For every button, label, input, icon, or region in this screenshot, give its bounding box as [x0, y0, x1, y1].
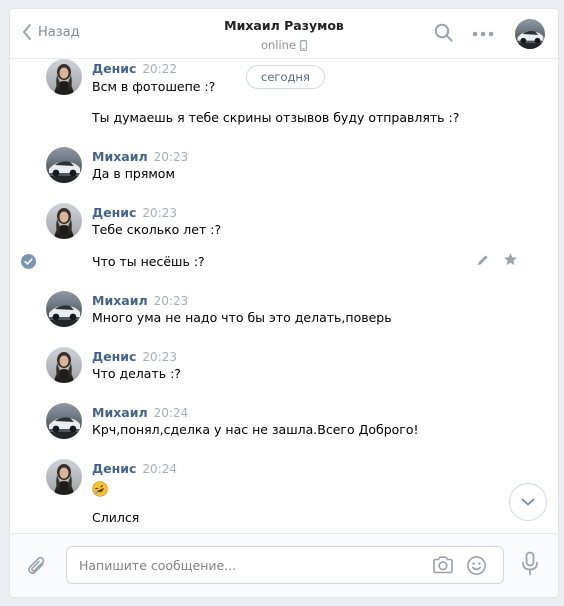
message-time: 20:23	[142, 206, 178, 220]
message-text: Крч,понял,сделка у нас не зашла.Всего До…	[92, 422, 419, 437]
composer	[10, 533, 558, 597]
message-author[interactable]: Михаил	[92, 293, 148, 308]
message-time: 20:24	[142, 462, 178, 476]
avatar[interactable]	[46, 347, 82, 383]
message-text: Да в прямом	[92, 166, 175, 181]
message-author[interactable]: Михаил	[92, 405, 148, 420]
message-time: 20:23	[142, 350, 178, 364]
avatar[interactable]	[46, 147, 82, 183]
avatar[interactable]	[46, 59, 82, 95]
camera-icon[interactable]	[432, 555, 454, 575]
online-status: online	[260, 38, 308, 52]
avatar[interactable]	[46, 403, 82, 439]
message-group: Денис 20:23 Что делать :?	[10, 347, 558, 387]
message-time: 20:22	[142, 62, 178, 76]
smile-icon[interactable]	[466, 555, 487, 576]
rofl-emoji-icon	[92, 481, 108, 497]
status-text: online	[260, 38, 297, 52]
message-author[interactable]: Михаил	[92, 149, 148, 164]
scroll-down-button[interactable]	[509, 483, 547, 521]
date-pill: сегодня	[246, 65, 325, 89]
avatar[interactable]	[46, 203, 82, 239]
message-group: Михаил 20:23 Да в прямом	[10, 147, 558, 187]
message-text: Всм в фотошепе :?	[92, 79, 216, 94]
message-group: Денис 20:23 Тебе сколько лет :? Что ты не…	[10, 203, 558, 279]
header-avatar[interactable]	[515, 19, 545, 49]
message-text: Слился	[92, 510, 140, 525]
chat-header: Назад Михаил Разумов online	[10, 9, 558, 59]
phone-icon	[300, 39, 308, 51]
message-author[interactable]: Денис	[92, 461, 136, 476]
message-text: Тебе сколько лет :?	[92, 222, 222, 237]
avatar[interactable]	[46, 459, 82, 495]
message-text: Что делать :?	[92, 366, 181, 381]
message-group: Михаил 20:24 Крч,понял,сделка у нас не за…	[10, 403, 558, 443]
message-time: 20:24	[153, 406, 189, 420]
message-author[interactable]: Денис	[92, 205, 136, 220]
microphone-icon[interactable]	[521, 551, 539, 577]
message-input-box	[66, 546, 504, 584]
check-circle-icon[interactable]	[21, 254, 36, 269]
message-group: Денис 20:24 Слился	[10, 459, 558, 533]
search-icon[interactable]	[434, 23, 454, 43]
chevron-down-icon	[521, 498, 535, 506]
pencil-icon[interactable]	[476, 253, 490, 267]
message-author[interactable]: Денис	[92, 349, 136, 364]
message-text: Что ты несёшь :?	[92, 254, 205, 269]
message-group: Михаил 20:23 Много ума не надо что бы это…	[10, 291, 558, 331]
message-author[interactable]: Денис	[92, 61, 136, 76]
star-icon[interactable]	[503, 252, 518, 267]
message-history: сегодня Денис 20:22 Всм в фотошепе :? Ты …	[10, 59, 558, 533]
paperclip-icon[interactable]	[26, 554, 48, 578]
message-input[interactable]	[79, 547, 419, 583]
avatar[interactable]	[46, 291, 82, 327]
message-time: 20:23	[153, 294, 189, 308]
chat-window: Назад Михаил Разумов online сегодня Дени…	[9, 8, 559, 598]
message-text: Много ума не надо что бы это делать,пове…	[92, 310, 392, 325]
message-text: Ты думаешь я тебе скрины отзывов буду от…	[92, 110, 460, 125]
message-time: 20:23	[153, 150, 189, 164]
more-icon[interactable]	[472, 31, 494, 37]
